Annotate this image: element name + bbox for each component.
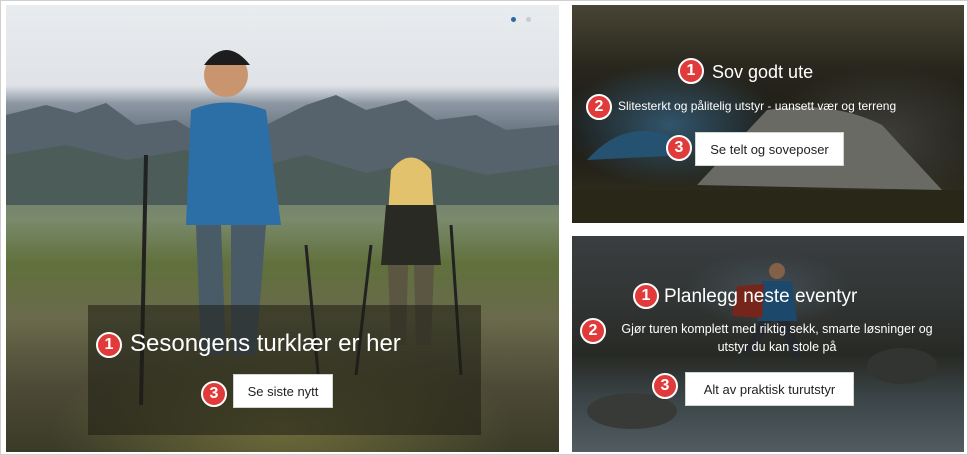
plan-cta-button[interactable]: Alt av praktisk turutstyr <box>685 372 854 406</box>
hero-title: Sesongens turklær er her <box>130 330 401 357</box>
hero-caption-box <box>88 305 481 435</box>
carousel-dot-2[interactable] <box>526 17 531 22</box>
sleep-title: Sov godt ute <box>712 62 814 82</box>
carousel-dot-1[interactable] <box>511 17 516 22</box>
hero-cta-button[interactable]: Se siste nytt <box>233 374 333 408</box>
hero-banner[interactable]: 1 Sesongens turklær er her 3 Se siste ny… <box>6 5 559 452</box>
hero-title-badge: 1 <box>96 332 122 358</box>
sleep-title-badge: 1 <box>678 58 704 84</box>
plan-subtitle: Gjør turen komplett med riktig sekk, sma… <box>621 322 933 354</box>
card-plan[interactable]: 1 Planlegg neste eventyr 2 Gjør turen ko… <box>572 236 964 452</box>
plan-title-badge: 1 <box>633 283 659 309</box>
sleep-cta-button[interactable]: Se telt og soveposer <box>695 132 844 166</box>
sleep-cta-badge: 3 <box>666 135 692 161</box>
hero-cta-badge: 3 <box>201 381 227 407</box>
sleep-subtitle: Slitesterkt og pålitelig utstyr - uanset… <box>618 99 897 113</box>
card-sleep[interactable]: 1 Sov godt ute 2 Slitesterkt og påliteli… <box>572 5 964 223</box>
carousel-dots <box>511 17 531 22</box>
sleep-subtitle-badge: 2 <box>586 94 612 120</box>
plan-cta-badge: 3 <box>652 373 678 399</box>
plan-subtitle-badge: 2 <box>580 318 606 344</box>
plan-title: Planlegg neste eventyr <box>664 286 858 307</box>
